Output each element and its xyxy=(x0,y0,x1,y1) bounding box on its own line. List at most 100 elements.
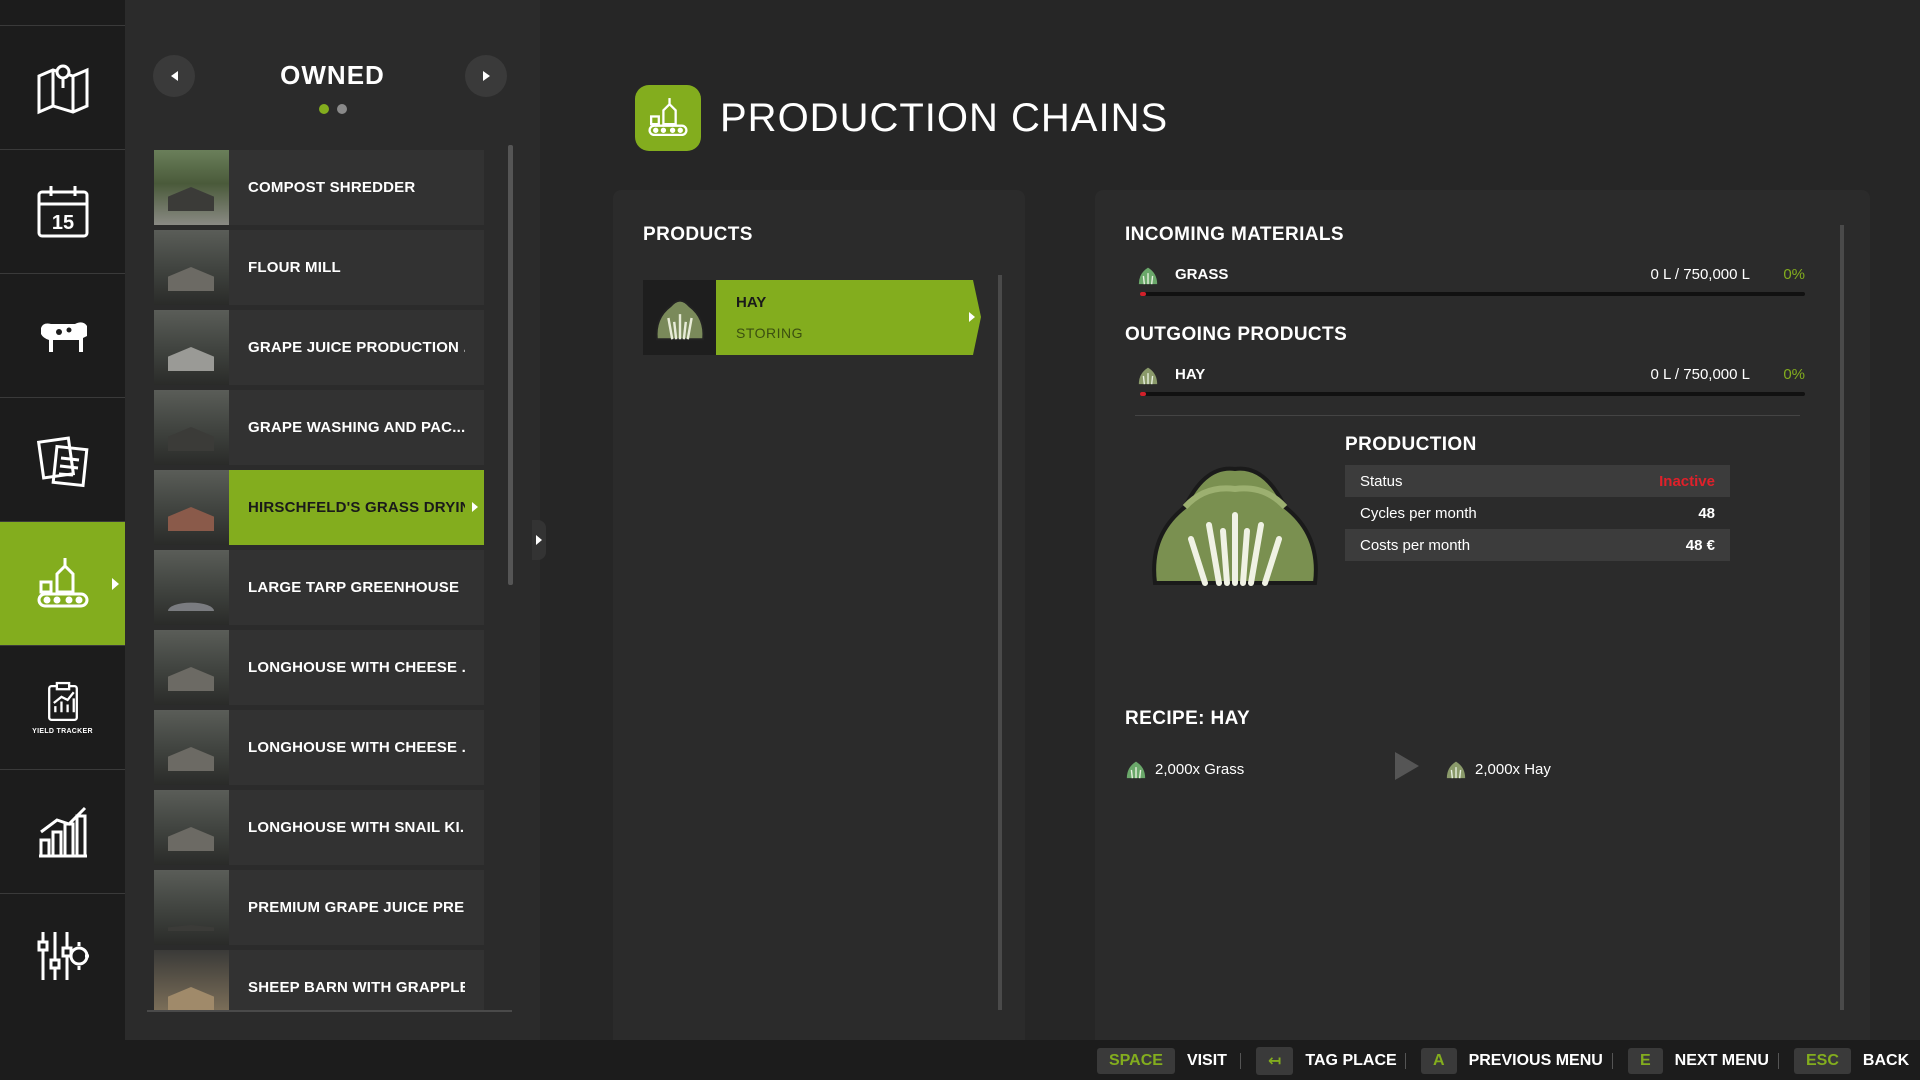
product-progress-bar xyxy=(1140,392,1805,396)
hint-separator xyxy=(1612,1053,1613,1069)
list-item[interactable]: FLOUR MILL xyxy=(154,230,484,305)
nav-animals[interactable] xyxy=(0,273,125,397)
production-stats: Status Inactive Cycles per month 48 Cost… xyxy=(1345,465,1730,561)
cow-icon xyxy=(40,321,87,352)
list-item[interactable]: SHEEP BARN WITH GRAPPLE xyxy=(154,950,484,1010)
item-thumbnail xyxy=(154,950,229,1010)
recipe-output: 2,000x Hay xyxy=(1445,758,1551,780)
products-panel: PRODUCTS HAY STORING xyxy=(613,190,1025,1040)
item-thumbnail xyxy=(154,630,229,705)
list-item[interactable]: LONGHOUSE WITH CHEESE ... xyxy=(154,630,484,705)
products-scrollbar[interactable] xyxy=(998,275,1002,1010)
hint-visit[interactable]: SPACE VISIT xyxy=(1097,1048,1227,1074)
hint-label: TAG PLACE xyxy=(1305,1052,1397,1069)
list-item[interactable]: COMPOST SHREDDER xyxy=(154,150,484,225)
progress-fill xyxy=(1140,292,1146,296)
list-item-label: GRAPE WASHING AND PAC... xyxy=(248,419,465,436)
chevron-right-icon xyxy=(536,535,542,545)
product-name: HAY xyxy=(736,294,767,311)
list-item-label: LONGHOUSE WITH SNAIL KI... xyxy=(248,819,465,836)
page-dot-2[interactable] xyxy=(336,104,347,114)
owned-list: COMPOST SHREDDER FLOUR MILL GRAPE JUICE … xyxy=(154,150,484,1010)
product-item-hay[interactable]: HAY STORING xyxy=(643,280,981,355)
stat-label: Cycles per month xyxy=(1360,504,1477,522)
stat-value: 48 xyxy=(1698,504,1715,522)
key-space: SPACE xyxy=(1097,1048,1175,1074)
hay-icon xyxy=(1138,367,1158,385)
products-heading: PRODUCTS xyxy=(643,224,753,245)
owned-list-panel: OWNED COMPOST SHREDDER FLOUR MILL GRAPE … xyxy=(125,0,546,1040)
hint-separator xyxy=(1405,1053,1406,1069)
production-icon xyxy=(37,557,88,607)
product-mode: STORING xyxy=(736,325,804,341)
material-qty: 0 L / 750,000 L xyxy=(1650,266,1750,283)
page-indicator xyxy=(125,104,540,114)
hint-label: BACK xyxy=(1862,1052,1910,1069)
product-qty: 0 L / 750,000 L xyxy=(1650,366,1750,383)
list-item-label: HIRSCHFELD'S GRASS DRYING xyxy=(248,499,465,516)
key-esc: ESC xyxy=(1794,1048,1851,1074)
nav-settings[interactable] xyxy=(0,893,125,1017)
hint-previous-menu[interactable]: A PREVIOUS MENU xyxy=(1421,1048,1603,1074)
list-item-label: FLOUR MILL xyxy=(248,259,341,276)
status-badge: Inactive xyxy=(1659,472,1715,490)
item-thumbnail xyxy=(154,470,229,545)
item-thumbnail xyxy=(154,710,229,785)
hint-tag-place[interactable]: ↤ TAG PLACE xyxy=(1256,1047,1397,1075)
recipe-heading: RECIPE: HAY xyxy=(1125,708,1251,729)
list-item[interactable]: GRAPE WASHING AND PAC... xyxy=(154,390,484,465)
recipe-row: 2,000x Grass 2,000x Hay xyxy=(1125,750,1825,790)
incoming-heading: INCOMING MATERIALS xyxy=(1125,224,1345,245)
incoming-row-grass: GRASS 0 L / 750,000 L 0% xyxy=(1125,262,1805,302)
chevron-right-icon xyxy=(472,502,478,512)
nav-map[interactable] xyxy=(0,25,125,149)
list-item-selected[interactable]: HIRSCHFELD'S GRASS DRYING xyxy=(154,470,484,545)
item-thumbnail xyxy=(154,870,229,945)
yield-tracker-icon xyxy=(47,681,78,722)
hint-separator xyxy=(1778,1053,1779,1069)
page-title: PRODUCTION CHAINS xyxy=(720,96,1169,140)
nav-yield-tracker[interactable]: YIELD TRACKER xyxy=(0,645,125,769)
key-a: A xyxy=(1421,1048,1457,1074)
details-scrollbar[interactable] xyxy=(1840,225,1844,1010)
key-e: E xyxy=(1628,1048,1663,1074)
yield-tracker-label: YIELD TRACKER xyxy=(32,728,93,735)
stat-value: 48 € xyxy=(1685,536,1715,554)
list-scrollbar[interactable] xyxy=(508,145,513,585)
details-panel: INCOMING MATERIALS GRASS 0 L / 750,000 L… xyxy=(1095,190,1870,1040)
progress-fill xyxy=(1140,392,1146,396)
item-thumbnail xyxy=(154,790,229,865)
stat-label: Costs per month xyxy=(1360,536,1471,554)
nav-contracts[interactable] xyxy=(0,397,125,521)
hint-back[interactable]: ESC BACK xyxy=(1794,1048,1909,1074)
list-item-label: COMPOST SHREDDER xyxy=(248,179,416,196)
item-thumbnail xyxy=(154,150,229,225)
list-item[interactable]: LONGHOUSE WITH SNAIL KI... xyxy=(154,790,484,865)
hint-label: NEXT MENU xyxy=(1674,1052,1769,1069)
list-item-label: LONGHOUSE WITH CHEESE ... xyxy=(248,739,465,756)
nav-production[interactable] xyxy=(0,521,125,645)
list-item[interactable]: LONGHOUSE WITH CHEESE ... xyxy=(154,710,484,785)
list-item[interactable]: LARGE TARP GREENHOUSE xyxy=(154,550,484,625)
calendar-icon: 15 xyxy=(37,185,88,237)
production-chains-icon xyxy=(635,85,701,151)
chart-icon xyxy=(38,806,87,857)
recipe-input-label: 2,000x Grass xyxy=(1155,760,1245,778)
collapse-panel-button[interactable] xyxy=(532,520,546,560)
outgoing-row-hay: HAY 0 L / 750,000 L 0% xyxy=(1125,362,1805,402)
product-name: HAY xyxy=(1175,366,1206,383)
app-root: 15 YIELD TRACKER OWNED COMPOST SHREDDER … xyxy=(0,0,1920,1080)
nav-statistics[interactable] xyxy=(0,769,125,893)
grass-icon xyxy=(1138,267,1158,285)
list-item[interactable]: PREMIUM GRAPE JUICE PRE... xyxy=(154,870,484,945)
list-divider xyxy=(147,1010,512,1012)
side-nav: 15 YIELD TRACKER xyxy=(0,0,125,1040)
hint-next-menu[interactable]: E NEXT MENU xyxy=(1628,1048,1769,1074)
material-name: GRASS xyxy=(1175,266,1229,283)
nav-calendar[interactable]: 15 xyxy=(0,149,125,273)
next-page-button[interactable] xyxy=(465,55,507,97)
list-item[interactable]: GRAPE JUICE PRODUCTION ... xyxy=(154,310,484,385)
page-dot-1[interactable] xyxy=(318,104,329,114)
item-thumbnail xyxy=(154,310,229,385)
list-item-label: SHEEP BARN WITH GRAPPLE xyxy=(248,979,465,996)
